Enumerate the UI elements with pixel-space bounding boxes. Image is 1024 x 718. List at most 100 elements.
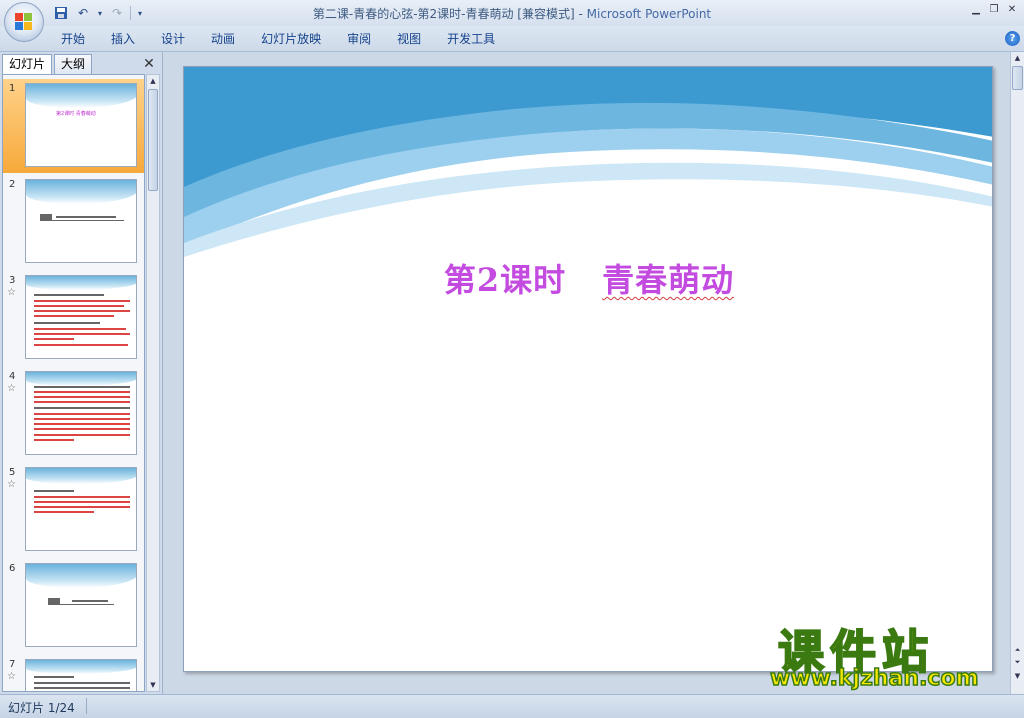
thumbnail-line bbox=[56, 216, 116, 218]
slide-thumbnail[interactable]: 1 第2课时 青春萌动 bbox=[3, 79, 144, 173]
thumbnail-line bbox=[34, 305, 124, 307]
slide-number: 7 bbox=[9, 659, 16, 670]
tab-slide-show[interactable]: 幻灯片放映 bbox=[248, 31, 334, 47]
previous-slide-icon[interactable]: ⏶ bbox=[1011, 644, 1024, 656]
pane-tabs: 幻灯片 大纲 ✕ bbox=[2, 54, 160, 74]
slide-number: 6 bbox=[9, 563, 16, 574]
window-controls: ▁ ❐ ✕ bbox=[968, 2, 1020, 16]
thumbnail-line bbox=[34, 300, 130, 302]
thumbnail-line bbox=[34, 506, 130, 508]
thumbnail-line bbox=[34, 344, 128, 346]
slide-thumbnail[interactable]: 5 ☆ bbox=[3, 463, 144, 557]
scroll-down-icon[interactable]: ▼ bbox=[147, 679, 159, 691]
thumbnail-line bbox=[34, 439, 74, 441]
thumbnail-line bbox=[34, 386, 130, 388]
tab-slides[interactable]: 幻灯片 bbox=[2, 54, 53, 74]
document-title: 第二课-青春的心弦-第2课时-青春萌动 [兼容模式] bbox=[312, 7, 575, 21]
scrollbar-thumb[interactable] bbox=[1012, 66, 1023, 90]
watermark-url: www.kjzhan.com bbox=[769, 665, 979, 692]
tab-design[interactable]: 设计 bbox=[148, 31, 198, 47]
thumbnail-title: 第2课时 青春萌动 bbox=[56, 111, 96, 117]
thumbnail-line bbox=[48, 604, 114, 605]
thumbnail-line bbox=[34, 687, 130, 689]
current-slide[interactable]: 第2课时 青春萌动 bbox=[183, 66, 993, 672]
tab-review[interactable]: 审阅 bbox=[334, 31, 384, 47]
tab-view[interactable]: 视图 bbox=[384, 31, 434, 47]
slide-editor: 第2课时 青春萌动 bbox=[164, 52, 1010, 694]
title-topic: 青春萌动 bbox=[602, 261, 735, 299]
slide-number: 4 bbox=[9, 371, 16, 382]
slide-preview bbox=[25, 179, 137, 263]
watermark-logo: 课件站 www.kjzhan.com bbox=[769, 616, 1008, 696]
slides-pane: 幻灯片 大纲 ✕ 1 第2课时 青春萌动 2 3 ☆ 4 ☆ 5 ☆ 6 7 ☆… bbox=[0, 52, 163, 694]
slide-preview bbox=[25, 275, 137, 359]
slide-thumbnail[interactable]: 7 ☆ bbox=[3, 655, 144, 691]
slide-thumbnail[interactable]: 2 bbox=[3, 175, 144, 269]
thumbnail-line bbox=[34, 333, 130, 335]
animation-star-icon: ☆ bbox=[7, 287, 16, 298]
slide-thumbnail[interactable]: 3 ☆ bbox=[3, 271, 144, 365]
thumbnail-line bbox=[40, 220, 124, 221]
animation-star-icon: ☆ bbox=[7, 671, 16, 682]
thumbnail-line bbox=[34, 423, 130, 425]
slide-preview bbox=[25, 467, 137, 551]
animation-star-icon: ☆ bbox=[7, 383, 16, 394]
slide-thumbnail[interactable]: 6 bbox=[3, 559, 144, 653]
thumbnail-line bbox=[34, 315, 114, 317]
scrollbar-thumb[interactable] bbox=[148, 89, 158, 191]
tab-outline[interactable]: 大纲 bbox=[54, 54, 93, 74]
thumbnail-line bbox=[34, 310, 130, 312]
slide-number: 3 bbox=[9, 275, 16, 286]
slide-indicator: 幻灯片 1/24 bbox=[8, 701, 75, 715]
tab-animations[interactable]: 动画 bbox=[198, 31, 248, 47]
wave-decoration bbox=[26, 180, 136, 204]
slide-number: 2 bbox=[9, 179, 16, 190]
thumbnail-line bbox=[34, 338, 74, 340]
ribbon-tabs: 开始 插入 设计 动画 幻灯片放映 审阅 视图 开发工具 bbox=[48, 31, 508, 47]
wave-background bbox=[184, 67, 992, 257]
slide-number: 5 bbox=[9, 467, 16, 478]
slide-preview: 第2课时 青春萌动 bbox=[25, 83, 137, 167]
close-pane-icon[interactable]: ✕ bbox=[142, 57, 156, 71]
scroll-up-icon[interactable]: ▲ bbox=[147, 75, 159, 87]
status-divider bbox=[86, 698, 87, 714]
tab-developer[interactable]: 开发工具 bbox=[434, 31, 508, 47]
scroll-up-icon[interactable]: ▲ bbox=[1011, 52, 1024, 64]
restore-icon[interactable]: ❐ bbox=[986, 2, 1002, 16]
slide-title[interactable]: 第2课时 青春萌动 bbox=[184, 255, 992, 301]
slide-preview bbox=[25, 563, 137, 647]
next-slide-icon[interactable]: ⏷ bbox=[1011, 656, 1024, 668]
thumbnail-line bbox=[34, 434, 130, 436]
thumbnail-line bbox=[34, 413, 130, 415]
thumbnail-scrollbar[interactable]: ▲ ▼ bbox=[146, 74, 160, 692]
animation-star-icon: ☆ bbox=[7, 479, 16, 490]
thumbnail-line bbox=[72, 600, 108, 602]
scroll-down-icon[interactable]: ▼ bbox=[1011, 670, 1024, 682]
thumbnail-line bbox=[34, 496, 130, 498]
title-separator: - bbox=[574, 7, 587, 21]
close-icon[interactable]: ✕ bbox=[1004, 2, 1020, 16]
thumbnail-line bbox=[34, 294, 104, 296]
wave-decoration bbox=[26, 564, 136, 588]
ribbon-tab-bar: 开始 插入 设计 动画 幻灯片放映 审阅 视图 开发工具 bbox=[0, 26, 1024, 52]
tab-home[interactable]: 开始 bbox=[48, 31, 98, 47]
thumbnail-line bbox=[34, 511, 94, 513]
thumbnail-line bbox=[34, 407, 130, 409]
office-button[interactable] bbox=[4, 2, 44, 42]
thumbnail-line bbox=[34, 428, 130, 430]
thumbnail-line bbox=[34, 418, 130, 420]
thumbnail-line bbox=[34, 322, 100, 324]
thumbnail-line bbox=[34, 328, 126, 330]
status-bar: 幻灯片 1/24 bbox=[0, 694, 1024, 718]
thumbnail-line bbox=[34, 501, 130, 503]
slide-thumbnail-list: 1 第2课时 青春萌动 2 3 ☆ 4 ☆ 5 ☆ 6 7 ☆ bbox=[2, 74, 145, 692]
help-icon[interactable]: ? bbox=[1005, 31, 1020, 46]
tab-insert[interactable]: 插入 bbox=[98, 31, 148, 47]
slide-scrollbar[interactable]: ▲ ⏶ ⏷ ▼ bbox=[1010, 52, 1024, 694]
wave-decoration bbox=[26, 276, 136, 290]
thumbnail-line bbox=[34, 676, 74, 678]
minimize-icon[interactable]: ▁ bbox=[968, 2, 984, 16]
thumbnail-line bbox=[34, 682, 130, 684]
window-title: 第二课-青春的心弦-第2课时-青春萌动 [兼容模式] - Microsoft P… bbox=[0, 5, 1024, 22]
slide-thumbnail[interactable]: 4 ☆ bbox=[3, 367, 144, 461]
